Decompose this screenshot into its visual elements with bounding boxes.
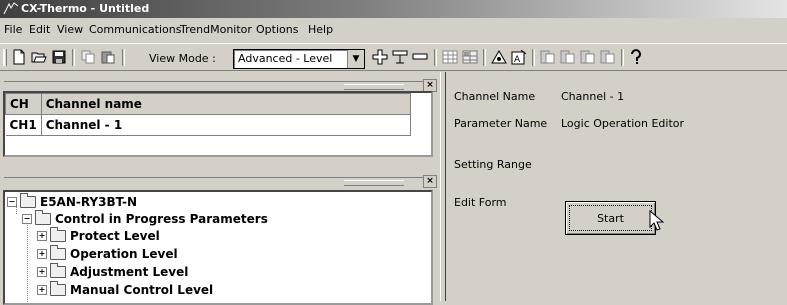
- expand-icon[interactable]: +: [37, 231, 47, 241]
- setting-range-label: Setting Range: [454, 158, 532, 171]
- parameter-tree: − E5AN-RY3BT-N − Control in Progress Par…: [3, 190, 433, 305]
- view-mode-value: Advanced - Level: [238, 52, 333, 65]
- collapse-icon[interactable]: −: [7, 197, 17, 207]
- verify-icon[interactable]: [599, 48, 617, 66]
- menu-options[interactable]: Options: [256, 23, 298, 36]
- start-button[interactable]: Start: [565, 201, 656, 235]
- tree-view-icon[interactable]: [391, 48, 409, 66]
- svg-text:A: A: [514, 55, 521, 65]
- close-icon[interactable]: ×: [423, 175, 437, 188]
- tree-node-label: Adjustment Level: [70, 265, 189, 279]
- tree-node-protect-level[interactable]: + Protect Level: [37, 227, 160, 243]
- new-file-icon[interactable]: [10, 48, 28, 66]
- tree-node-adjustment-level[interactable]: + Adjustment Level: [37, 263, 189, 279]
- expand-icon[interactable]: +: [37, 267, 47, 277]
- folder-open-icon: [20, 193, 36, 208]
- remove-icon[interactable]: [411, 48, 429, 66]
- tree-node-device[interactable]: − E5AN-RY3BT-N: [7, 193, 138, 209]
- table-view-icon[interactable]: [441, 48, 459, 66]
- menu-bar: File Edit View Communications TrendMonit…: [0, 20, 787, 38]
- menu-edit[interactable]: Edit: [29, 23, 50, 36]
- pane-splitter[interactable]: [440, 72, 446, 301]
- view-mode-label: View Mode :: [149, 52, 216, 65]
- channel-id-cell[interactable]: CH1: [5, 114, 42, 136]
- folder-icon: [50, 281, 66, 296]
- paste-icon[interactable]: [99, 48, 117, 66]
- copy-icon[interactable]: [79, 48, 97, 66]
- menu-help[interactable]: Help: [308, 23, 333, 36]
- title-bar: CX-Thermo - Untitled: [0, 0, 787, 18]
- tree-node-label: E5AN-RY3BT-N: [40, 195, 138, 209]
- collapse-icon[interactable]: −: [22, 214, 32, 224]
- open-folder-icon[interactable]: [30, 48, 48, 66]
- wizard-icon[interactable]: A: [510, 48, 528, 66]
- chevron-down-icon[interactable]: ▼: [347, 50, 364, 68]
- warning-icon[interactable]: [490, 48, 508, 66]
- compare-icon[interactable]: [579, 48, 597, 66]
- tree-node-label: Operation Level: [70, 247, 178, 261]
- folder-icon: [50, 245, 66, 260]
- channel-list: CH Channel name CH1 Channel - 1: [3, 91, 433, 157]
- tree-pane-header: [4, 177, 430, 188]
- download-icon[interactable]: [559, 48, 577, 66]
- edit-form-label: Edit Form: [454, 196, 507, 209]
- menu-trendmonitor[interactable]: TrendMonitor: [180, 23, 252, 36]
- tree-node-operation-level[interactable]: + Operation Level: [37, 245, 178, 261]
- view-mode-select[interactable]: Advanced - Level ▼: [233, 49, 365, 69]
- table-row[interactable]: CH1 Channel - 1: [5, 114, 411, 136]
- menu-file[interactable]: File: [4, 23, 22, 36]
- tree-node-manual-control-level[interactable]: + Manual Control Level: [37, 281, 214, 297]
- tree-node-label: Manual Control Level: [70, 283, 214, 297]
- menu-communications[interactable]: Communications: [89, 23, 181, 36]
- column-header-ch[interactable]: CH: [5, 93, 42, 115]
- upload-icon[interactable]: [539, 48, 557, 66]
- channel-name-value: Channel - 1: [561, 90, 625, 103]
- grid-view-icon[interactable]: [461, 48, 479, 66]
- folder-icon: [50, 263, 66, 278]
- expand-icon[interactable]: +: [37, 249, 47, 259]
- channel-name-cell[interactable]: Channel - 1: [41, 114, 411, 136]
- channel-name-label: Channel Name: [454, 90, 536, 103]
- tree-node-label: Control in Progress Parameters: [55, 212, 268, 226]
- tree-node-group[interactable]: − Control in Progress Parameters: [22, 210, 268, 226]
- save-icon[interactable]: [50, 48, 68, 66]
- folder-open-icon: [35, 210, 51, 225]
- expand-icon[interactable]: +: [37, 285, 47, 295]
- folder-icon: [50, 227, 66, 242]
- toolbar: View Mode : Advanced - Level ▼ A: [0, 43, 787, 71]
- tree-node-label: Protect Level: [70, 229, 160, 243]
- menu-view[interactable]: View: [57, 23, 83, 36]
- mouse-pointer-icon: [649, 209, 665, 232]
- add-parameter-icon[interactable]: [371, 48, 389, 66]
- column-header-channel-name[interactable]: Channel name: [40, 93, 411, 115]
- app-icon: [3, 2, 19, 15]
- parameter-name-value: Logic Operation Editor: [561, 117, 685, 130]
- parameter-name-label: Parameter Name: [454, 117, 548, 130]
- help-icon[interactable]: [627, 48, 645, 66]
- window-title: CX-Thermo - Untitled: [21, 2, 150, 15]
